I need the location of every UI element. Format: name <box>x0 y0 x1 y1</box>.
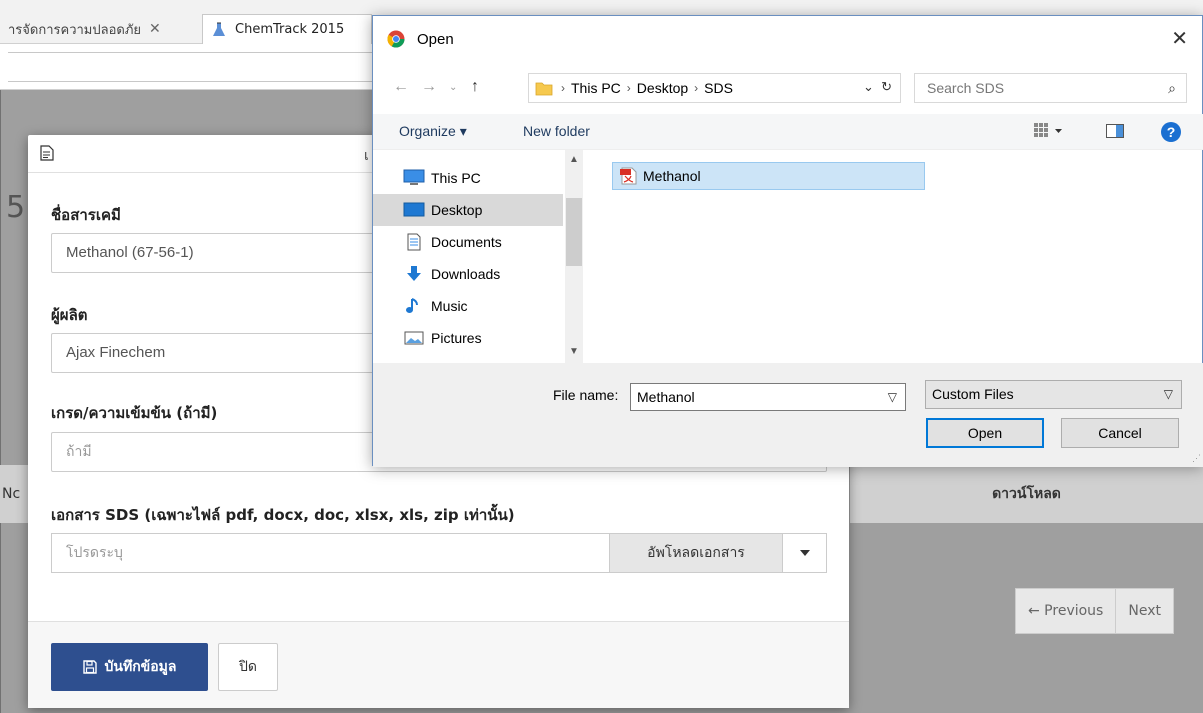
tab-label: ChemTrack 2015 <box>235 22 345 37</box>
modal-footer: บันทึกข้อมูล ปิด <box>28 621 849 708</box>
nav-item-label: Pictures <box>431 330 482 346</box>
search-placeholder: Search SDS <box>927 80 1005 96</box>
breadcrumb-item[interactable]: Desktop <box>637 80 688 96</box>
save-button-label: บันทึกข้อมูล <box>104 659 177 675</box>
chevron-down-icon: ▽ <box>1163 387 1173 401</box>
nav-item-label: This PC <box>431 170 481 186</box>
help-icon[interactable]: ? <box>1161 122 1181 142</box>
modal-title: เ <box>364 148 369 164</box>
breadcrumb[interactable]: › This PC › Desktop › SDS ⌄ ↻ <box>528 73 901 103</box>
flask-icon <box>213 22 225 36</box>
open-button[interactable]: Open <box>926 418 1044 448</box>
close-tab-icon[interactable]: ✕ <box>149 21 161 37</box>
search-input[interactable]: Search SDS ⌕ <box>914 73 1187 103</box>
breadcrumb-item[interactable]: This PC <box>571 80 621 96</box>
file-name-input[interactable]: Methanol ▽ <box>630 383 906 411</box>
nav-item-documents[interactable]: Documents <box>403 226 563 258</box>
nav-item-music[interactable]: Music <box>403 290 563 322</box>
dialog-titlebar[interactable]: Open ✕ <box>373 16 1202 62</box>
organize-menu[interactable]: Organize ▾ <box>399 123 467 140</box>
background-fragment: 5 <box>6 190 26 225</box>
new-folder-button[interactable]: New folder <box>523 123 590 139</box>
up-arrow-icon[interactable]: ↑ <box>471 78 479 96</box>
sds-upload-group: โปรดระบุ อัพโหลดเอกสาร <box>51 533 827 573</box>
close-modal-button[interactable]: ปิด <box>218 643 278 691</box>
folder-icon <box>535 82 553 96</box>
file-name-label: File name: <box>553 387 619 403</box>
sds-file-input[interactable]: โปรดระบุ <box>51 533 609 573</box>
resize-grip-icon[interactable]: ⋰ <box>1192 453 1201 464</box>
download-column-header: ดาวน์โหลด <box>850 465 1203 523</box>
chevron-down-icon[interactable]: ▽ <box>888 384 897 410</box>
browser-tab-inactive[interactable]: ารจัดการความปลอดภัย ✕ <box>0 14 200 44</box>
file-item[interactable]: Methanol <box>612 162 925 190</box>
document-icon <box>40 145 54 161</box>
nav-item-pictures[interactable]: Pictures <box>403 322 563 354</box>
forward-arrow-icon[interactable]: → <box>421 78 437 96</box>
next-page-button[interactable]: Next <box>1116 588 1174 634</box>
navigation-pane: This PC Desktop Documents Downloads Musi… <box>373 150 583 363</box>
open-file-dialog: Open ✕ ← → ⌄ ↑ › This PC › Desktop › SDS… <box>372 15 1203 467</box>
search-icon: ⌕ <box>1168 80 1176 96</box>
pictures-icon <box>404 331 424 345</box>
dialog-toolbar: Organize ▾ New folder ? <box>373 114 1203 150</box>
nav-item-downloads[interactable]: Downloads <box>403 258 563 290</box>
scroll-up-icon[interactable]: ▲ <box>569 154 579 165</box>
previous-page-button[interactable]: ← Previous <box>1015 588 1117 634</box>
recent-locations-icon[interactable]: ⌄ <box>449 82 457 93</box>
upload-document-button[interactable]: อัพโหลดเอกสาร <box>609 533 783 573</box>
preview-pane-icon[interactable] <box>1106 124 1124 141</box>
background-column-header: Nc <box>0 465 30 523</box>
tab-label: ารจัดการความปลอดภัย <box>8 22 142 38</box>
chrome-icon <box>387 30 405 48</box>
scrollbar-thumb[interactable] <box>566 198 582 266</box>
dialog-title: Open <box>417 31 454 48</box>
breadcrumb-separator-icon: › <box>694 81 699 95</box>
documents-icon <box>407 233 421 251</box>
nav-pane-scrollbar[interactable]: ▲ ▼ <box>565 150 583 363</box>
breadcrumb-separator-icon: › <box>561 81 565 95</box>
nav-item-label: Desktop <box>431 202 483 218</box>
file-list: Methanol <box>584 150 1203 363</box>
file-type-select[interactable]: Custom Files ▽ <box>925 380 1182 409</box>
history-dropdown-refresh-icons[interactable]: ⌄ ↻ <box>863 79 892 95</box>
nav-item-this-pc[interactable]: This PC <box>403 162 563 194</box>
close-dialog-icon[interactable]: ✕ <box>1171 26 1188 51</box>
grade-label: เกรด/ความเข้มข้น (ถ้ามี) <box>51 404 218 422</box>
pdf-file-icon <box>620 167 637 185</box>
floppy-disk-icon <box>82 660 97 674</box>
nav-item-desktop[interactable]: Desktop <box>373 194 563 226</box>
upload-dropdown-toggle[interactable] <box>783 533 827 573</box>
file-name: Methanol <box>643 168 701 184</box>
cancel-button[interactable]: Cancel <box>1061 418 1179 448</box>
scroll-down-icon[interactable]: ▼ <box>569 346 579 357</box>
desktop-icon <box>403 202 425 217</box>
save-button[interactable]: บันทึกข้อมูล <box>51 643 208 691</box>
breadcrumb-separator-icon: › <box>626 81 631 95</box>
nav-item-label: Documents <box>431 234 502 250</box>
manufacturer-label: ผู้ผลิต <box>51 306 88 324</box>
downloads-icon <box>407 266 421 281</box>
file-name-value: Methanol <box>637 389 695 405</box>
pagination: ← Previous Next <box>1015 588 1174 634</box>
music-icon <box>406 298 418 313</box>
nav-item-label: Music <box>431 298 468 314</box>
nav-item-label: Downloads <box>431 266 501 282</box>
file-type-value: Custom Files <box>932 386 1014 402</box>
back-arrow-icon[interactable]: ← <box>393 78 409 96</box>
sds-label: เอกสาร SDS (เฉพาะไฟล์ pdf, docx, doc, xl… <box>51 506 515 524</box>
caret-down-icon <box>799 550 810 556</box>
breadcrumb-item[interactable]: SDS <box>704 80 733 96</box>
computer-icon <box>403 169 425 185</box>
chemical-name-label: ชื่อสารเคมี <box>51 206 121 224</box>
dialog-navigation-bar: ← → ⌄ ↑ › This PC › Desktop › SDS ⌄ ↻ Se… <box>373 62 1203 114</box>
dialog-footer: File name: Methanol ▽ Custom Files ▽ Ope… <box>373 363 1203 467</box>
browser-tab-active[interactable]: ChemTrack 2015 <box>202 14 372 44</box>
change-view-icon[interactable] <box>1033 122 1063 143</box>
